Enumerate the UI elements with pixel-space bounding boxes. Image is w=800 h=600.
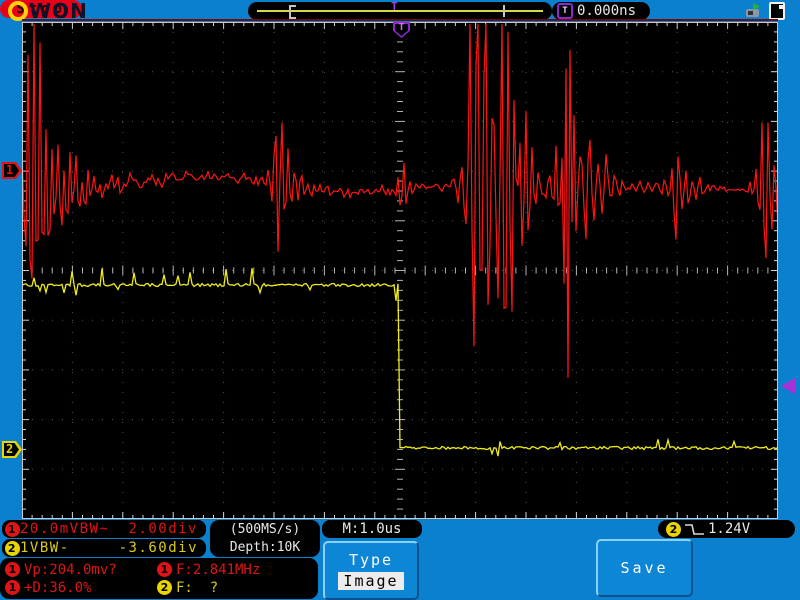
sample-rate-label: (500MS/s) — [229, 521, 301, 537]
ch2-status-pill[interactable]: 2 1V BW - -3.60div — [2, 539, 206, 557]
type-label: Type — [348, 551, 394, 569]
timebase-pill: M:1.0us — [322, 520, 422, 538]
trigger-time-pill: T 0.000ns — [552, 2, 650, 20]
ch2-position: -3.60div — [118, 540, 198, 556]
ch1-position: 2.00div — [128, 521, 198, 537]
ch2-coupling: - — [59, 540, 70, 556]
ch1-bw-flag: BW — [79, 521, 100, 537]
measurement-item: 1 +D:36.0% — [5, 579, 91, 596]
measurement-item: 1 F:2.841MHz — [157, 561, 260, 578]
battery-cap — [779, 5, 784, 9]
trigger-position-mini-icon: T — [391, 0, 398, 13]
usb-icon — [746, 3, 760, 17]
ch1-scale: 20.0mV — [20, 521, 80, 537]
trigger-status-pill: 2 1.24V — [658, 520, 795, 538]
trigger-level-value: 1.24V — [708, 521, 751, 537]
falling-edge-icon — [685, 523, 704, 535]
depth-label: Depth:10K — [229, 539, 301, 555]
ch2-marker-number: 2 — [6, 442, 14, 456]
logo-o-ring-icon — [8, 1, 28, 21]
memory-window-line — [257, 10, 543, 12]
measurements-panel: 1 Vp:204.0mv? 1 F:2.841MHz 1 +D:36.0% 2 … — [0, 558, 318, 599]
trigger-time-value: 0.000ns — [577, 3, 637, 19]
measurement-item: 1 Vp:204.0mv? — [5, 561, 117, 578]
trigger-source-badge: 2 — [666, 521, 681, 537]
ch2-bw-flag: BW — [39, 540, 60, 556]
ch1-coupling: ~ — [99, 521, 110, 537]
ch1-status-pill[interactable]: 1 20.0mV BW ~2.00div — [2, 520, 206, 538]
battery-icon — [769, 2, 785, 20]
type-value: Image — [338, 572, 404, 590]
ch1-marker-number: 1 — [6, 163, 14, 177]
grid-top-accent-line — [22, 19, 778, 21]
ch2-badge: 2 — [5, 540, 20, 556]
ch2-scale: 1V — [20, 540, 40, 556]
window-right-tick-icon — [503, 5, 505, 17]
oscilloscope-screen: WON Stop T T 0.000ns 1 2 T 1 20.0mV BW ~2.0… — [0, 0, 800, 600]
horizontal-position-ruler[interactable]: T — [248, 0, 552, 20]
ch1-badge: 1 — [5, 521, 20, 537]
waveform-display — [22, 22, 778, 519]
ch2-position-marker[interactable]: 2 — [2, 441, 22, 458]
window-left-bracket-icon — [289, 5, 296, 19]
trigger-t-icon: T — [557, 3, 573, 19]
trigger-level-arrow-icon[interactable] — [781, 378, 795, 394]
ch1-position-marker[interactable]: 1 — [2, 162, 22, 179]
measurement-item: 2 F: ? — [157, 579, 218, 596]
type-image-button[interactable]: Type Image — [323, 541, 419, 600]
save-button[interactable]: Save — [596, 539, 693, 597]
acquisition-pill: (500MS/s) Depth:10K — [210, 520, 320, 557]
